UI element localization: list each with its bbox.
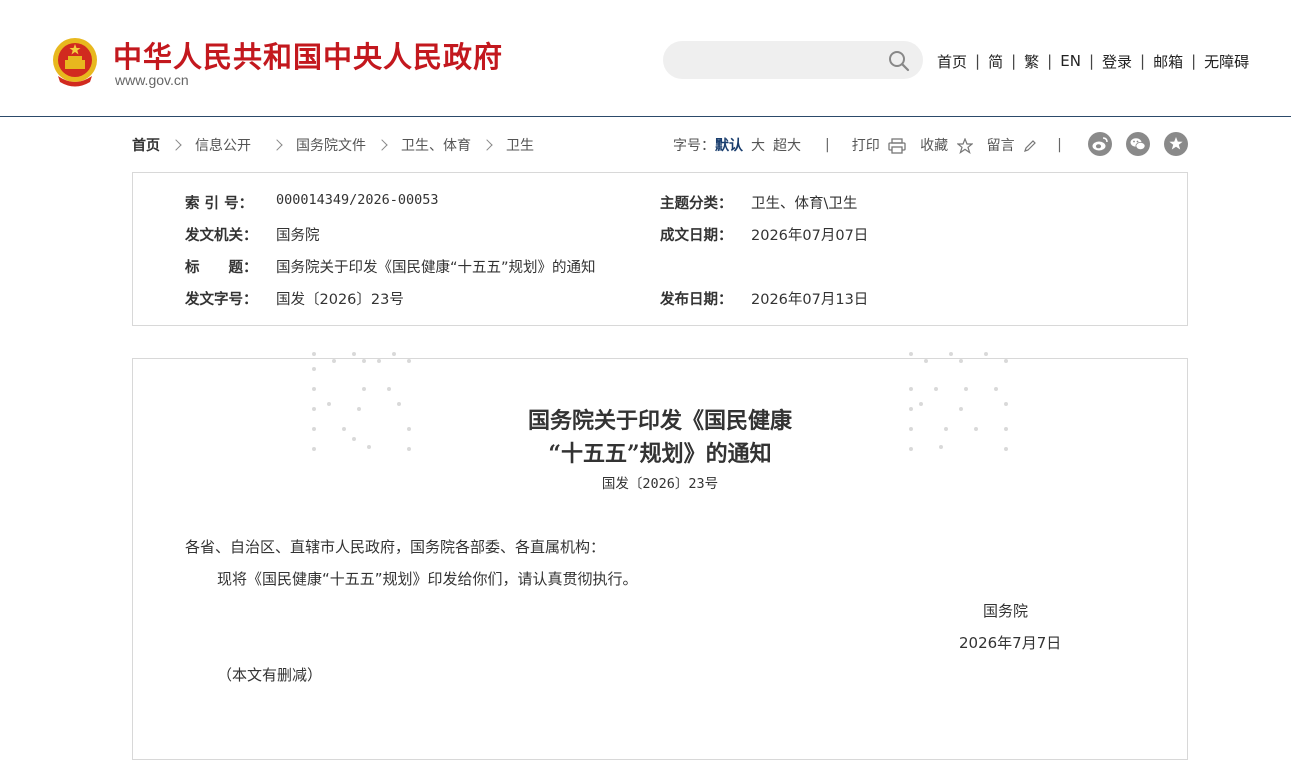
font-size-large[interactable]: 大 [751, 135, 765, 155]
font-size-label: 字号： [673, 138, 715, 154]
meta-label: 发布日期： [660, 292, 733, 308]
favorite-button[interactable]: 收藏 [920, 135, 973, 155]
meta-value: 国发〔2026〕23号 [276, 292, 404, 308]
meta-label: 标 题： [185, 260, 258, 276]
national-emblem-icon[interactable] [50, 36, 100, 90]
meta-index-no: 索 引 号： 000014349/2026-00053 [185, 192, 439, 213]
document-content: 国务院关于印发《国民健康 “十五五”规划》的通知 国发〔2026〕23号 各省、… [132, 352, 1188, 760]
document-date: 2026年7月7日 [959, 634, 1062, 652]
nav-accessibility[interactable]: 无障碍 [1204, 51, 1249, 72]
chevron-right-icon [170, 139, 182, 151]
document-number: 国发〔2026〕23号 [601, 476, 719, 492]
nav-login[interactable]: 登录 [1102, 51, 1132, 72]
meta-label: 成文日期： [660, 228, 733, 244]
font-size-default[interactable]: 默认 [715, 135, 743, 155]
search-icon[interactable] [887, 49, 911, 73]
nav-separator: | [1191, 52, 1197, 70]
nav-simplified[interactable]: 简 [988, 51, 1003, 72]
favorite-star-icon[interactable] [1164, 132, 1188, 156]
meta-label: 主题分类： [660, 196, 733, 212]
breadcrumb-home[interactable]: 首页 [132, 135, 160, 155]
nav-home[interactable]: 首页 [937, 51, 967, 72]
nav-english[interactable]: EN [1060, 52, 1081, 70]
top-nav: 首页 | 简 | 繁 | EN | 登录 | 邮箱 | 无障碍 [937, 51, 1249, 71]
nav-separator: | [1011, 52, 1017, 70]
nav-mailbox[interactable]: 邮箱 [1153, 51, 1183, 72]
pencil-icon [1024, 140, 1036, 152]
print-button[interactable]: 打印 [852, 135, 906, 155]
favorite-label: 收藏 [920, 138, 949, 154]
site-url[interactable]: www.gov.cn [115, 72, 189, 88]
weibo-icon[interactable] [1088, 132, 1112, 156]
document-salutation: 各省、自治区、直辖市人民政府，国务院各部委、各直属机构： [185, 538, 606, 556]
meta-value: 2026年07月13日 [751, 292, 869, 308]
document-signature: 国务院 [983, 602, 1029, 620]
tools-separator: | [825, 137, 830, 153]
nav-traditional[interactable]: 繁 [1024, 51, 1039, 72]
star-outline-icon [956, 138, 973, 154]
font-size-xlarge[interactable]: 超大 [773, 135, 801, 155]
meta-issuer: 发文机关： 国务院 [185, 224, 320, 245]
meta-value: 2026年07月07日 [751, 228, 869, 244]
meta-label: 发文机关： [185, 228, 258, 244]
breadcrumb-info-public[interactable]: 信息公开 [195, 135, 251, 155]
meta-value: 国务院关于印发《国民健康“十五五”规划》的通知 [276, 260, 596, 276]
message-button[interactable]: 留言 [987, 135, 1037, 155]
site-header: 中华人民共和国中央人民政府 www.gov.cn 首页 | 简 | 繁 | EN… [0, 0, 1291, 117]
document-title-line2: “十五五”规划》的通知 [548, 441, 772, 467]
breadcrumb-health-sports[interactable]: 卫生、体育 [401, 135, 471, 155]
meta-label: 索 引 号： [185, 196, 254, 212]
message-label: 留言 [986, 138, 1015, 154]
search-box [663, 41, 923, 79]
share-icons [1088, 132, 1202, 156]
meta-publish-date: 发布日期： 2026年07月13日 [660, 288, 868, 309]
meta-title: 标 题： 国务院关于印发《国民健康“十五五”规划》的通知 [185, 256, 596, 277]
meta-value: 国务院 [276, 228, 320, 244]
document-title-line1: 国务院关于印发《国民健康 [527, 408, 792, 434]
document-meta-box: 索 引 号： 000014349/2026-00053 主题分类： 卫生、体育\… [132, 172, 1188, 326]
chevron-right-icon [271, 139, 283, 151]
wechat-icon[interactable] [1126, 132, 1150, 156]
meta-label: 发文字号： [185, 292, 258, 308]
breadcrumb-health[interactable]: 卫生 [506, 135, 534, 155]
meta-value: 000014349/2026-00053 [276, 192, 439, 208]
search-input[interactable] [681, 49, 875, 73]
breadcrumb: 首页 信息公开 国务院文件 卫生、体育 卫生 [132, 135, 534, 155]
meta-topic: 主题分类： 卫生、体育\卫生 [660, 192, 857, 213]
printer-icon [888, 138, 906, 154]
meta-doc-no: 发文字号： 国发〔2026〕23号 [185, 288, 404, 309]
breadcrumb-bar: 首页 信息公开 国务院文件 卫生、体育 卫生 字号： 默认 大 超大 | 打印 … [132, 132, 1188, 157]
meta-value: 卫生、体育\卫生 [751, 196, 858, 212]
nav-separator: | [1140, 52, 1146, 70]
nav-separator: | [1088, 52, 1094, 70]
print-label: 打印 [851, 138, 880, 154]
nav-separator: | [1047, 52, 1053, 70]
document-note: （本文有删减） [217, 666, 323, 684]
site-name[interactable]: 中华人民共和国中央人民政府 [113, 34, 503, 76]
meta-written-date: 成文日期： 2026年07月07日 [660, 224, 868, 245]
chevron-right-icon [376, 139, 388, 151]
page-tools: 字号： 默认 大 超大 | 打印 收藏 留言 | [673, 135, 1062, 155]
chevron-right-icon [481, 139, 493, 151]
breadcrumb-state-council-docs[interactable]: 国务院文件 [296, 135, 366, 155]
document-body: 现将《国民健康“十五五”规划》印发给你们，请认真贯彻执行。 [217, 570, 638, 588]
tools-separator: | [1057, 137, 1062, 153]
nav-separator: | [975, 52, 981, 70]
